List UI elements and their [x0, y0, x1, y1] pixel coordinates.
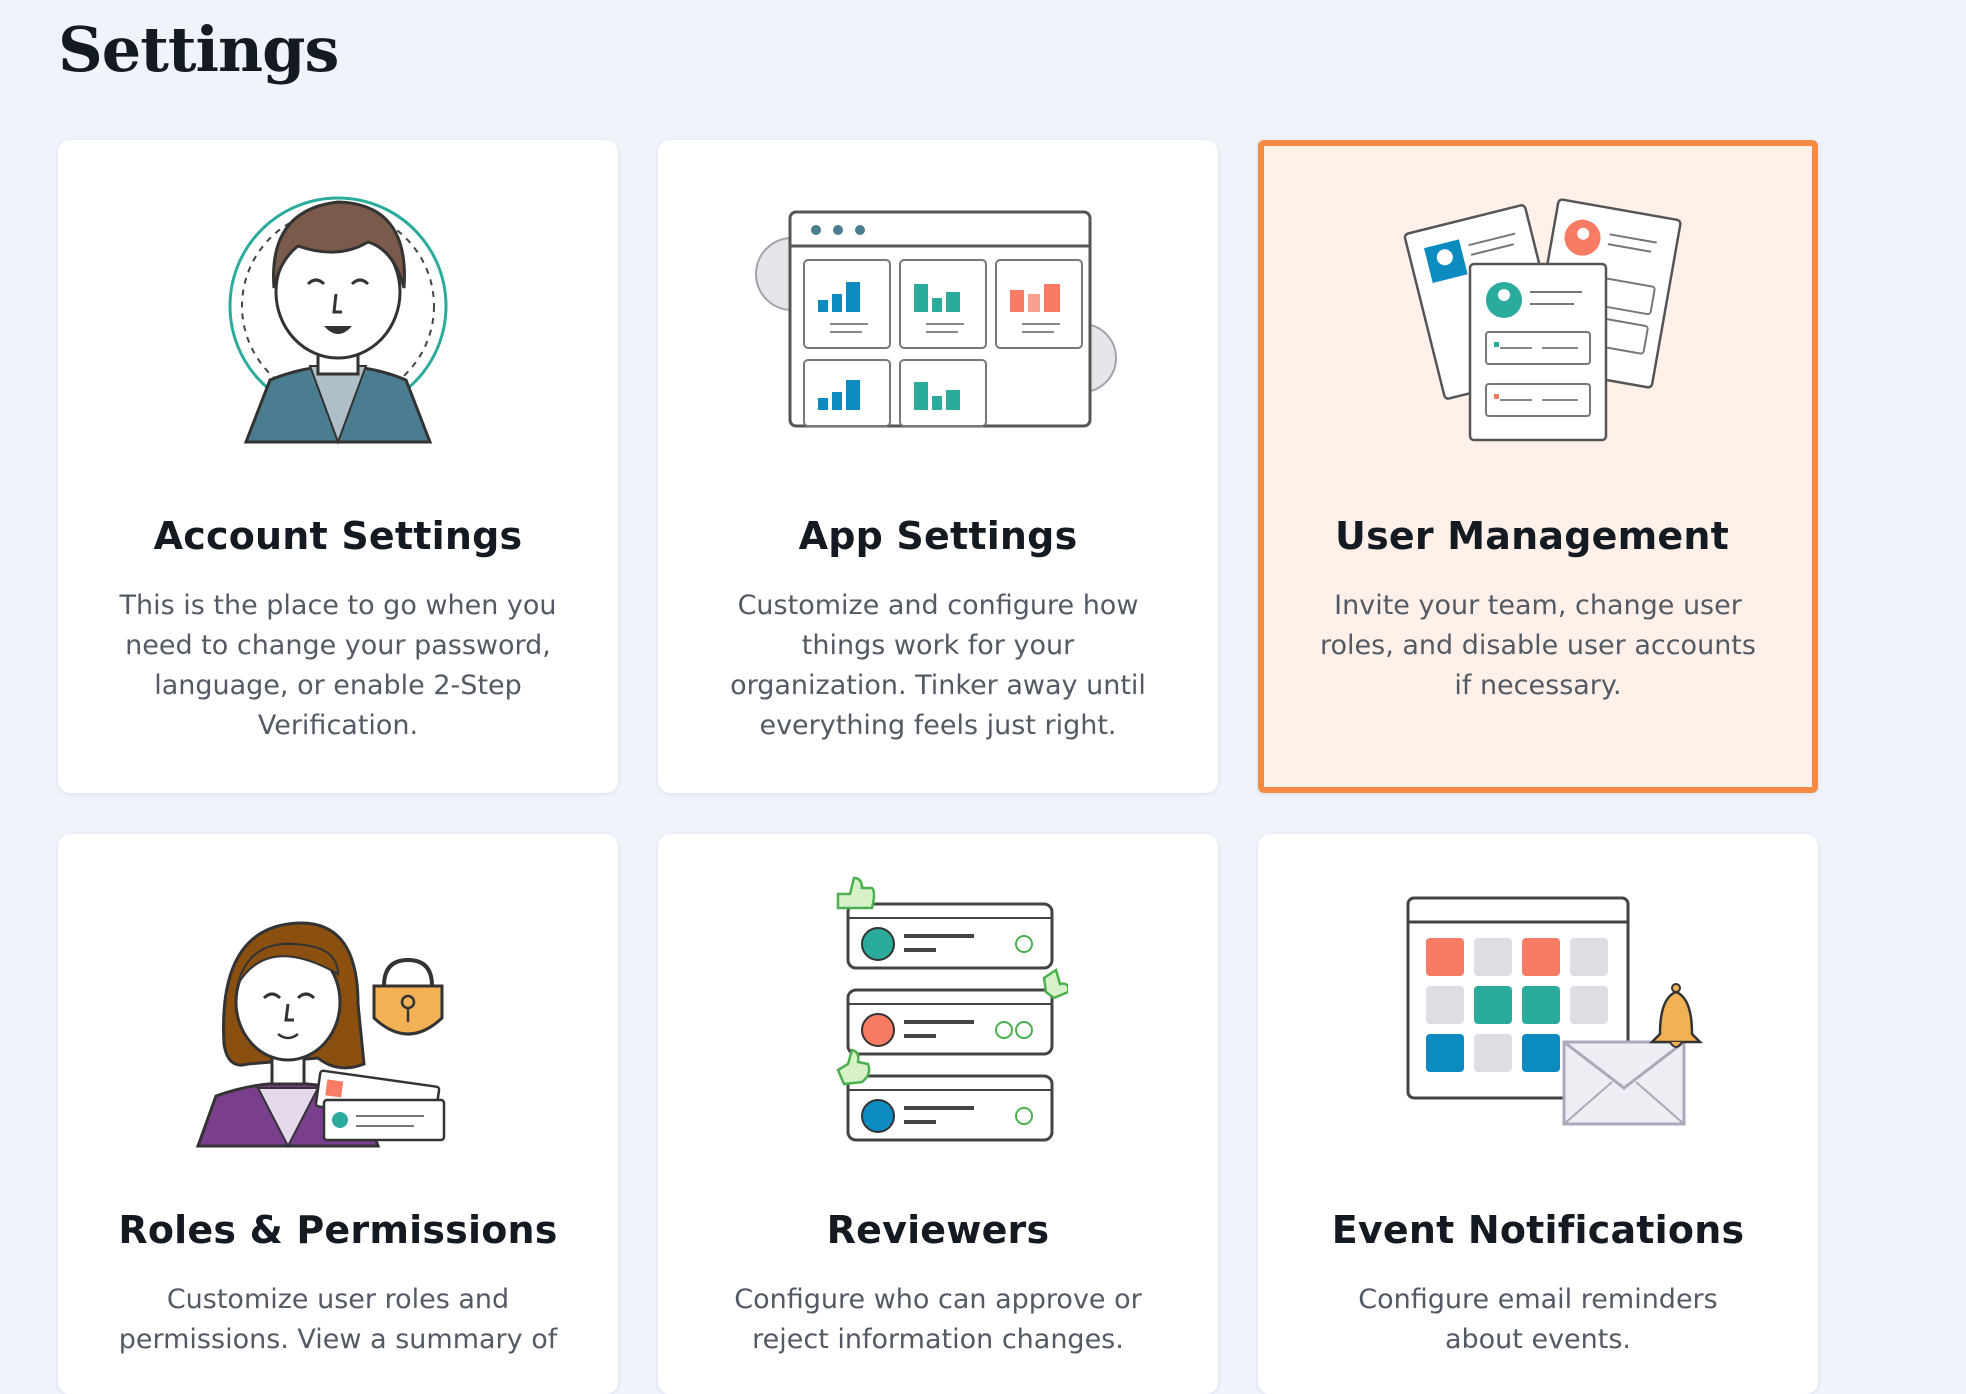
- roles-permissions-card[interactable]: Roles & Permissions Customize user roles…: [58, 834, 618, 1394]
- event-notifications-description: Configure email reminders about events.: [1358, 1284, 1718, 1355]
- user-cards-illustration: [1258, 180, 1806, 460]
- user-lock-illustration: [58, 874, 618, 1154]
- event-notifications-title: Event Notifications: [1331, 1208, 1745, 1252]
- user-management-card[interactable]: User Management Invite your team, change…: [1258, 140, 1818, 793]
- roles-permissions-description: Customize user roles and permissions. Vi…: [118, 1284, 558, 1355]
- reviewers-card[interactable]: Reviewers Configure who can approve or r…: [658, 834, 1218, 1394]
- calendar-bell-illustration: [1258, 874, 1818, 1154]
- user-management-title: User Management: [1335, 514, 1729, 558]
- account-settings-description: This is the place to go when you need to…: [119, 590, 557, 741]
- reviewers-title: Reviewers: [826, 1208, 1050, 1252]
- app-settings-description: Customize and configure how things work …: [730, 590, 1146, 741]
- user-management-description: Invite your team, change user roles, and…: [1320, 590, 1756, 701]
- event-notifications-card[interactable]: Event Notifications Configure email remi…: [1258, 834, 1818, 1394]
- user-avatar-illustration: [58, 180, 618, 460]
- account-settings-title: Account Settings: [153, 514, 523, 558]
- account-settings-card[interactable]: Account Settings This is the place to go…: [58, 140, 618, 793]
- app-settings-card[interactable]: App Settings Customize and configure how…: [658, 140, 1218, 793]
- dashboard-gears-illustration: [658, 180, 1218, 460]
- page-title: Settings: [58, 13, 339, 86]
- reviewer-list-illustration: [658, 874, 1218, 1154]
- reviewers-description: Configure who can approve or reject info…: [734, 1284, 1142, 1355]
- roles-permissions-title: Roles & Permissions: [118, 1208, 558, 1252]
- app-settings-title: App Settings: [798, 514, 1078, 558]
